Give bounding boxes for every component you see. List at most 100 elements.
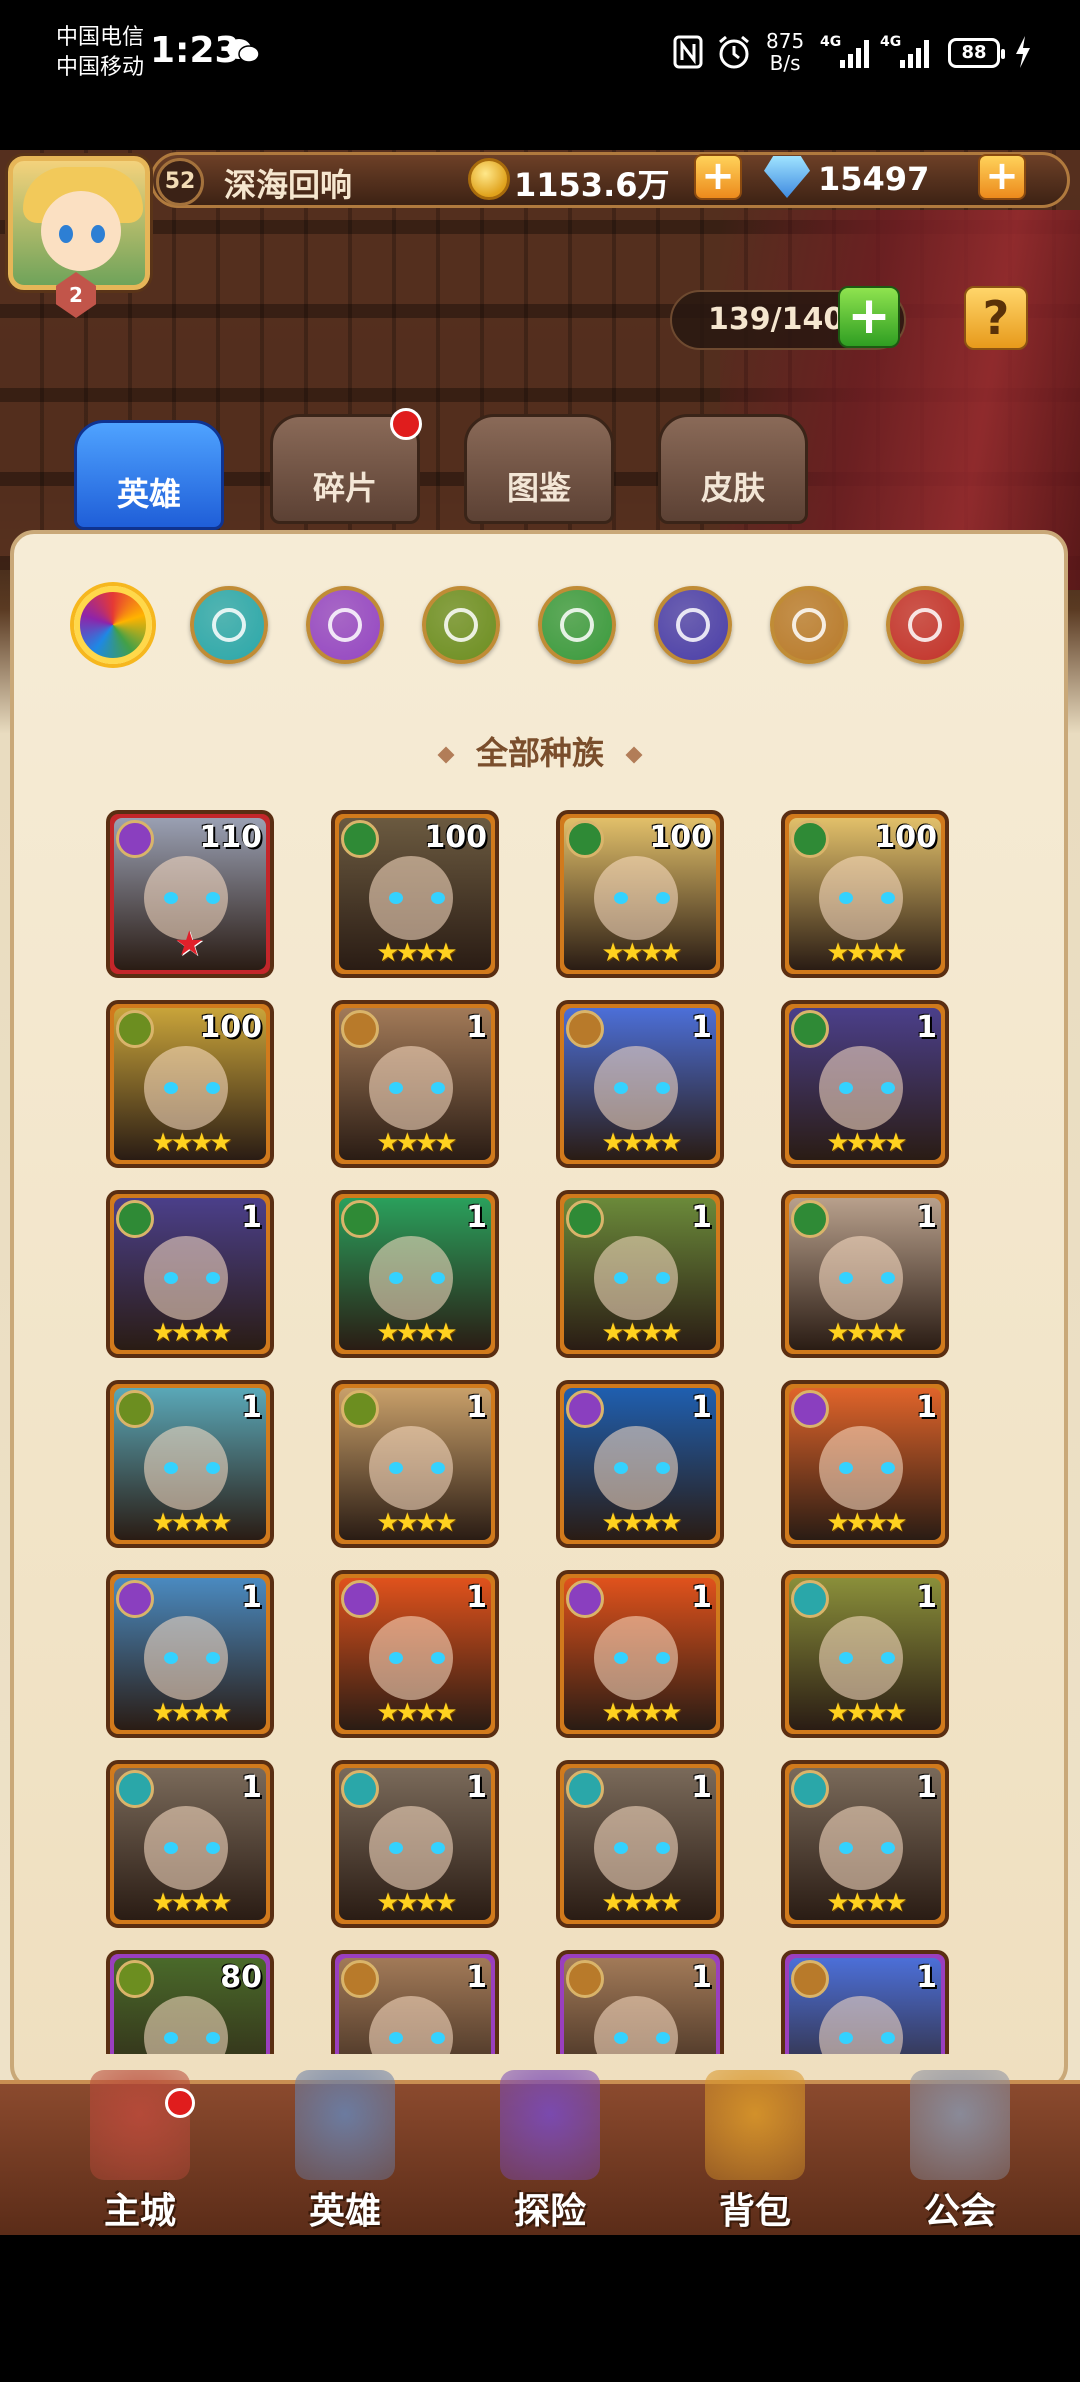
light-faction-icon[interactable]: [422, 586, 500, 664]
hero-card[interactable]: 1: [781, 1950, 949, 2054]
star-rating: ★★★★: [376, 1508, 457, 1538]
hero-card[interactable]: 1 ★★★★: [781, 1760, 949, 1928]
hero-card[interactable]: 1 ★★★★: [556, 1190, 724, 1358]
star-rating: ★★★★: [601, 1318, 682, 1348]
hero-card[interactable]: 1 ★★★★: [556, 1000, 724, 1168]
star-rating: ★★★★: [376, 1318, 457, 1348]
hero-level: 1: [241, 1200, 262, 1235]
hero-card[interactable]: 1 ★★★★: [331, 1000, 499, 1168]
hero-eye: [164, 1652, 178, 1664]
star-rating: ★★★★: [826, 1888, 907, 1918]
hero-level: 1: [691, 1580, 712, 1615]
all-factions-icon[interactable]: [74, 586, 152, 664]
hero-card[interactable]: 1 ★★★★: [106, 1190, 274, 1358]
hero-card[interactable]: 1 ★★★★: [781, 1380, 949, 1548]
fire-faction-icon[interactable]: [886, 586, 964, 664]
hero-level: 1: [691, 1390, 712, 1425]
hero-card[interactable]: 100 ★★★★: [106, 1000, 274, 1168]
hero-card[interactable]: 110 ★: [106, 810, 274, 978]
player-avatar[interactable]: [8, 156, 150, 290]
hero-card[interactable]: 1 ★★★★: [331, 1570, 499, 1738]
nav-backpack[interactable]: 背包: [675, 2070, 835, 2232]
hero-level: 1: [466, 1580, 487, 1615]
faction-badge-icon: [341, 1580, 379, 1618]
hero-level: 1: [466, 1960, 487, 1995]
star-rating: ★★★★: [376, 1698, 457, 1728]
signal-2: 4G: [880, 34, 934, 70]
nav-label: 探险: [513, 2191, 586, 2232]
hero-eye: [614, 1082, 628, 1094]
nav-portal[interactable]: 探险: [470, 2070, 630, 2232]
nature-faction-icon[interactable]: [538, 586, 616, 664]
nav-label: 背包: [718, 2191, 791, 2232]
water-faction-icon[interactable]: [190, 586, 268, 664]
hero-card[interactable]: 1 ★★★★: [556, 1380, 724, 1548]
star-rating: ★★★★: [601, 1888, 682, 1918]
hero-card[interactable]: 100 ★★★★: [556, 810, 724, 978]
tab-heroes[interactable]: 英雄: [74, 420, 224, 530]
tab-codex[interactable]: 图鉴: [464, 414, 614, 524]
faction-badge-icon: [791, 820, 829, 858]
hero-card[interactable]: 1 ★★★★: [556, 1760, 724, 1928]
hero-card[interactable]: 1 ★★★★: [106, 1570, 274, 1738]
expand-capacity-button[interactable]: +: [838, 286, 900, 348]
hero-card[interactable]: 100 ★★★★: [781, 810, 949, 978]
hero-eye: [881, 1272, 895, 1284]
hero-eye: [614, 1272, 628, 1284]
hero-eye: [206, 2032, 220, 2044]
signal-bars-icon: [840, 40, 869, 68]
hero-level: 1: [241, 1390, 262, 1425]
hero-card[interactable]: 80: [106, 1950, 274, 2054]
wechat-icon: [227, 39, 260, 63]
hero-eye: [431, 2032, 445, 2044]
hero-card[interactable]: 1 ★★★★: [106, 1760, 274, 1928]
demon-faction-icon[interactable]: [654, 586, 732, 664]
star-rating: ★★★★: [151, 1888, 232, 1918]
hero-card[interactable]: 1 ★★★★: [331, 1760, 499, 1928]
guild-tower-icon: [910, 2070, 1010, 2180]
hero-card[interactable]: 1: [556, 1950, 724, 2054]
navigation-gesture-area: [0, 2235, 1080, 2382]
faction-glyph: [676, 608, 710, 642]
star-rating: ★★★★: [601, 1698, 682, 1728]
tab-skins[interactable]: 皮肤: [658, 414, 808, 524]
hero-card[interactable]: 1 ★★★★: [331, 1380, 499, 1548]
hero-level: 1: [691, 1200, 712, 1235]
nav-hero[interactable]: 英雄: [265, 2070, 425, 2232]
hero-card[interactable]: 1 ★★★★: [556, 1570, 724, 1738]
net-speed-value: 875: [766, 29, 805, 53]
hero-level: 1: [916, 1960, 937, 1995]
help-button[interactable]: ?: [964, 286, 1028, 350]
hero-eye: [164, 892, 178, 904]
star-rating: ★★★★: [826, 1698, 907, 1728]
hero-eye: [881, 2032, 895, 2044]
hero-eye: [431, 892, 445, 904]
hero-card[interactable]: 1: [331, 1950, 499, 2054]
hero-eye: [656, 1082, 670, 1094]
hero-card[interactable]: 100 ★★★★: [331, 810, 499, 978]
hero-eye: [656, 892, 670, 904]
holy-faction-icon[interactable]: [770, 586, 848, 664]
hero-card[interactable]: 1 ★★★★: [331, 1190, 499, 1358]
nav-guild-tower[interactable]: 公会: [880, 2070, 1040, 2232]
hero-card[interactable]: 1 ★★★★: [781, 1000, 949, 1168]
nav-castle[interactable]: 主城: [60, 2070, 220, 2232]
race-filter-header: 全部种族: [0, 728, 1080, 774]
hero-eye: [839, 1652, 853, 1664]
castle-icon: [90, 2070, 190, 2180]
faction-badge-icon: [791, 1010, 829, 1048]
hero-card[interactable]: 1 ★★★★: [781, 1190, 949, 1358]
faction-badge-icon: [341, 1390, 379, 1428]
nav-label: 公会: [923, 2191, 996, 2232]
hero-eye: [614, 892, 628, 904]
hero-card[interactable]: 1 ★★★★: [106, 1380, 274, 1548]
hero-card[interactable]: 1 ★★★★: [781, 1570, 949, 1738]
hero-eye: [206, 1652, 220, 1664]
add-diamond-button[interactable]: +: [978, 154, 1026, 200]
hero-eye: [839, 1272, 853, 1284]
hero-level: 1: [466, 1200, 487, 1235]
add-gold-button[interactable]: +: [694, 154, 742, 200]
gold-coin-icon: [468, 158, 510, 200]
carrier-2: 中国移动: [56, 55, 145, 80]
shadow-faction-icon[interactable]: [306, 586, 384, 664]
